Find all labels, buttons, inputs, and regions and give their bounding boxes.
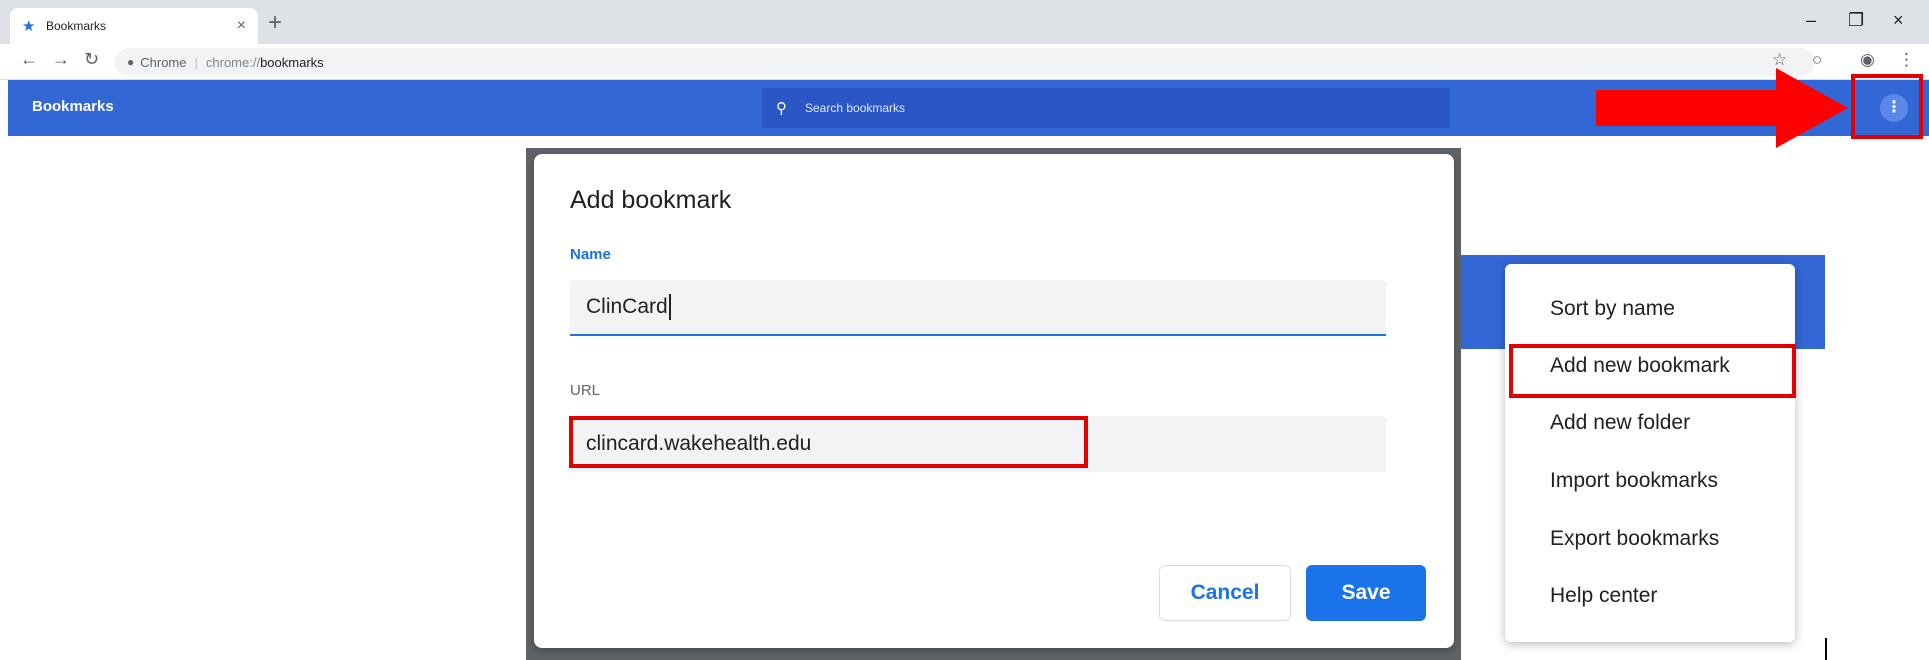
extension-icon[interactable]: ○ [1812, 50, 1822, 70]
omnibox-separator: | [194, 54, 198, 70]
menu-item-add-new-folder[interactable]: Add new folder [1505, 395, 1795, 451]
close-window-button[interactable]: × [1893, 10, 1904, 31]
chrome-menu-icon[interactable]: ⋮ [1898, 50, 1915, 70]
star-icon: ★ [22, 18, 36, 35]
tab-close-icon[interactable]: × [237, 17, 246, 35]
omnibox-scheme: chrome:// [205, 54, 261, 70]
annotation-arrow-head [1776, 68, 1848, 148]
name-label: Name [570, 246, 611, 263]
browser-toolbar: ← → ↻ ● Chrome | chrome:// bookmarks ☆ ○… [0, 44, 1929, 80]
search-icon: ⚲ [776, 100, 787, 117]
new-tab-button[interactable]: + [268, 11, 282, 35]
tab-bookmarks[interactable]: ★ Bookmarks × [10, 8, 258, 44]
back-icon[interactable]: ← [20, 49, 38, 70]
search-input[interactable] [803, 100, 1407, 116]
omnibox-site-label: Chrome [140, 54, 187, 70]
reload-icon[interactable]: ↻ [84, 49, 99, 70]
profile-icon[interactable]: ◉ [1860, 50, 1875, 70]
url-field[interactable]: clincard.wakehealth.edu [570, 416, 1386, 472]
menu-item-sort-by-name[interactable]: Sort by name [1505, 281, 1795, 337]
forward-icon[interactable]: → [52, 49, 70, 70]
bookmarks-menu: Sort by name Add new bookmark Add new fo… [1505, 264, 1795, 642]
minimize-button[interactable]: – [1806, 10, 1816, 31]
name-field[interactable]: ClinCard [570, 280, 1386, 336]
url-value: clincard.wakehealth.edu [586, 432, 812, 455]
menu-item-import-bookmarks[interactable]: Import bookmarks [1505, 453, 1795, 509]
tab-strip: ★ Bookmarks × + – ❐ × [0, 0, 1929, 44]
dialog-title: Add bookmark [570, 186, 732, 214]
annotation-arrow-shaft [1596, 90, 1776, 126]
omnibox-host: bookmarks [260, 54, 324, 70]
save-button[interactable]: Save [1306, 565, 1426, 621]
name-value: ClinCard [586, 295, 668, 318]
menu-item-add-new-bookmark[interactable]: Add new bookmark [1505, 338, 1795, 394]
menu-item-help-center[interactable]: Help center [1505, 568, 1795, 624]
background-divider [1825, 638, 1827, 660]
kebab-menu-icon[interactable]: ⋮ [1880, 94, 1908, 122]
menu-item-export-bookmarks[interactable]: Export bookmarks [1505, 511, 1795, 567]
add-bookmark-dialog: Add bookmark Name ClinCard URL clincard.… [534, 154, 1454, 648]
url-label: URL [570, 382, 601, 399]
site-info-icon[interactable]: ● [127, 55, 134, 69]
search-box[interactable]: ⚲ [762, 88, 1450, 128]
restore-button[interactable]: ❐ [1848, 10, 1864, 31]
bookmark-star-icon[interactable]: ☆ [1772, 50, 1787, 70]
page-title: Bookmarks [32, 98, 114, 115]
tab-title: Bookmarks [46, 19, 107, 33]
address-bar[interactable]: ● Chrome | chrome:// bookmarks [115, 48, 1815, 76]
cancel-button[interactable]: Cancel [1159, 565, 1291, 621]
text-caret [668, 294, 671, 320]
